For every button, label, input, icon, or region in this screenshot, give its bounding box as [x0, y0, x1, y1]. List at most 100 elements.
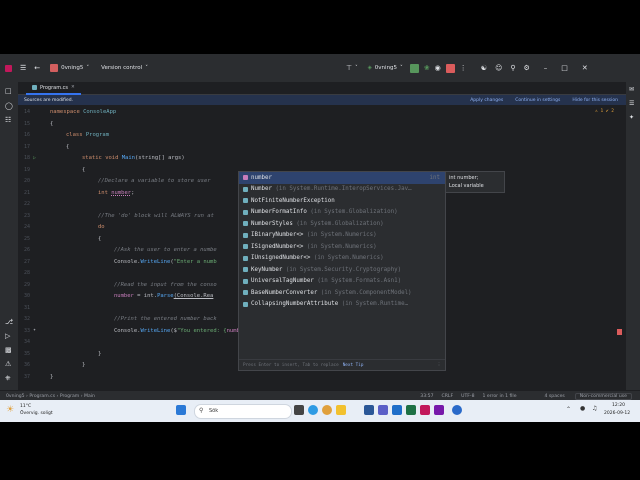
inspection-widget[interactable]: ⚠ 1 ✔ 2	[595, 109, 614, 114]
breakpoint-marker-icon[interactable]: ✦	[33, 327, 36, 333]
completion-item-name: NumberFormatInfo	[251, 209, 307, 216]
rider-taskbar-icon[interactable]	[420, 405, 430, 415]
completion-item-detail: (in System.Globalization)	[306, 209, 398, 216]
explorer-icon[interactable]: □	[5, 87, 12, 95]
back-icon[interactable]: ←	[34, 64, 40, 72]
wifi-icon[interactable]: ●	[580, 405, 585, 412]
completion-item[interactable]: KeyNumber (in System.Security.Cryptograp…	[239, 264, 445, 276]
project-widget[interactable]: 0vning5 ˅	[50, 64, 89, 72]
excel-icon[interactable]	[406, 405, 416, 415]
search-icon[interactable]: ⚲	[510, 64, 515, 72]
run-gutter-icon[interactable]: ▷	[33, 155, 36, 161]
weather-desc[interactable]: Övervig. soligt	[20, 411, 53, 416]
completion-item[interactable]: NumberFormatInfo (in System.Globalizatio…	[239, 207, 445, 219]
completion-item[interactable]: IBinaryNumber<> (in System.Numerics)	[239, 230, 445, 242]
file-explorer-icon[interactable]	[336, 405, 346, 415]
right-tool-strip: ✉ ☰ ✦	[626, 82, 640, 392]
code-token: {	[66, 143, 70, 150]
completion-item[interactable]: IUnsignedNumber<> (in System.Numerics)	[239, 253, 445, 265]
completion-item[interactable]: number int	[239, 172, 445, 184]
more-icon[interactable]: ⋮	[460, 64, 467, 72]
next-tip-link[interactable]: Next Tip	[343, 363, 364, 368]
vs-icon[interactable]	[452, 405, 462, 415]
tab-program-cs[interactable]: Program.cs ✕	[26, 82, 81, 95]
chevron-down-icon[interactable]: ˅	[355, 65, 358, 71]
code-completion-popup[interactable]: number int Number (in System.Runtime.Inter…	[238, 171, 446, 371]
class-icon	[243, 267, 248, 273]
add-user-icon[interactable]: ☺	[495, 64, 502, 72]
line-separator[interactable]: CRLF	[442, 394, 454, 399]
completion-item[interactable]: ISignedNumber<> (in System.Numerics)	[239, 241, 445, 253]
stop-icon[interactable]	[445, 63, 455, 73]
close-icon[interactable]: ✕	[582, 64, 588, 72]
volume-icon[interactable]: ♫	[592, 405, 597, 412]
ai-assistant-icon[interactable]: ✦	[629, 114, 634, 121]
run-tool-icon[interactable]: ▷	[5, 332, 10, 340]
task-view-icon[interactable]	[294, 405, 304, 415]
database-icon[interactable]: ☰	[629, 100, 634, 107]
completion-item[interactable]: NotFiniteNumberException	[239, 195, 445, 207]
chrome-icon[interactable]	[322, 405, 332, 415]
file-encoding[interactable]: UTF-8	[461, 394, 474, 399]
completion-item-name: number	[251, 174, 272, 181]
collab-icon[interactable]: ☯	[481, 64, 487, 72]
letterbox-top	[0, 0, 640, 54]
line-number: 37	[23, 373, 30, 380]
code-token: ($	[170, 327, 177, 334]
license-badge[interactable]: Non-commercial use	[574, 392, 632, 400]
services-icon[interactable]: ⎈	[5, 374, 11, 383]
code-line-18: static void Main(string[] args)	[82, 155, 185, 161]
git-icon[interactable]: ⎇	[5, 318, 13, 326]
vcs-widget[interactable]: Version control ˅	[101, 65, 148, 71]
notifications-icon[interactable]: ✉	[629, 86, 634, 93]
build-icon[interactable]: ⊤	[346, 64, 352, 72]
run-config-name: 0vning5	[374, 65, 398, 71]
debug-icon[interactable]: ❀	[424, 64, 430, 72]
tab-close-icon[interactable]: ✕	[71, 85, 75, 90]
outlook-icon[interactable]	[392, 405, 402, 415]
breadcrumb[interactable]: 0vning5 › Program.cs › Program › Main	[6, 394, 95, 399]
weather-icon[interactable]: ☀	[6, 405, 14, 415]
start-menu-icon[interactable]	[176, 405, 186, 415]
onenote-icon[interactable]	[434, 405, 444, 415]
commit-icon[interactable]: ◯	[5, 102, 13, 110]
run-icon[interactable]	[409, 63, 419, 73]
maximize-icon[interactable]: □	[561, 64, 568, 72]
tray-overflow-icon[interactable]: ⌃	[566, 406, 571, 413]
hamburger-menu-icon[interactable]: ☰	[20, 64, 26, 72]
run-config-selector[interactable]: ◈ 0vning5 ˅	[368, 65, 403, 71]
rider-window: ☰ ← 0vning5 ˅ Version control ˅ ⊤ ˅ ◈ 0v…	[0, 54, 640, 401]
clock-time[interactable]: 12:20	[612, 403, 625, 408]
more-icon[interactable]: ⋮	[437, 363, 441, 368]
completion-item[interactable]: BaseNumberConverter (in System.Component…	[239, 287, 445, 299]
terminal-icon[interactable]: ▩	[5, 346, 12, 354]
error-count[interactable]: 1 error in 1 file	[483, 394, 517, 399]
structure-icon[interactable]: ☷	[5, 116, 11, 124]
continue-settings-link[interactable]: Continue in settings	[515, 98, 560, 103]
caret-position[interactable]: 33:57	[420, 394, 433, 399]
chevron-down-icon: ˅	[86, 65, 90, 71]
completion-item[interactable]: CollapsingNumberAttribute (in System.Run…	[239, 299, 445, 311]
error-stripe-marker[interactable]	[617, 329, 622, 335]
indent-setting[interactable]: 4 spaces	[545, 394, 565, 399]
completion-item-name: CollapsingNumberAttribute	[251, 301, 339, 308]
code-token: (Console.Rea	[173, 293, 214, 299]
weather-temp[interactable]: 11°C	[20, 404, 31, 409]
teams-icon[interactable]	[378, 405, 388, 415]
settings-gear-icon[interactable]: ⚙	[524, 64, 530, 72]
completion-item[interactable]: NumberStyles (in System.Globalization)	[239, 218, 445, 230]
code-token: "You entered: {	[176, 327, 227, 334]
project-icon	[50, 64, 59, 72]
minimize-icon[interactable]: –	[544, 64, 548, 72]
taskbar-search-box[interactable]: ⚲ Sök	[194, 404, 292, 419]
hide-session-link[interactable]: Hide for this session	[572, 98, 618, 103]
edge-icon[interactable]	[308, 405, 318, 415]
clock-date[interactable]: 2026-09-12	[604, 411, 630, 416]
profile-icon[interactable]: ◉	[435, 64, 441, 72]
problems-icon[interactable]: ⚠	[5, 360, 11, 368]
completion-item[interactable]: UniversalTagNumber (in System.Formats.As…	[239, 276, 445, 288]
apply-changes-link[interactable]: Apply changes	[470, 98, 503, 103]
banner-text: Sources are modified.	[24, 97, 74, 103]
completion-item[interactable]: Number (in System.Runtime.InteropService…	[239, 184, 445, 196]
word-icon[interactable]	[364, 405, 374, 415]
